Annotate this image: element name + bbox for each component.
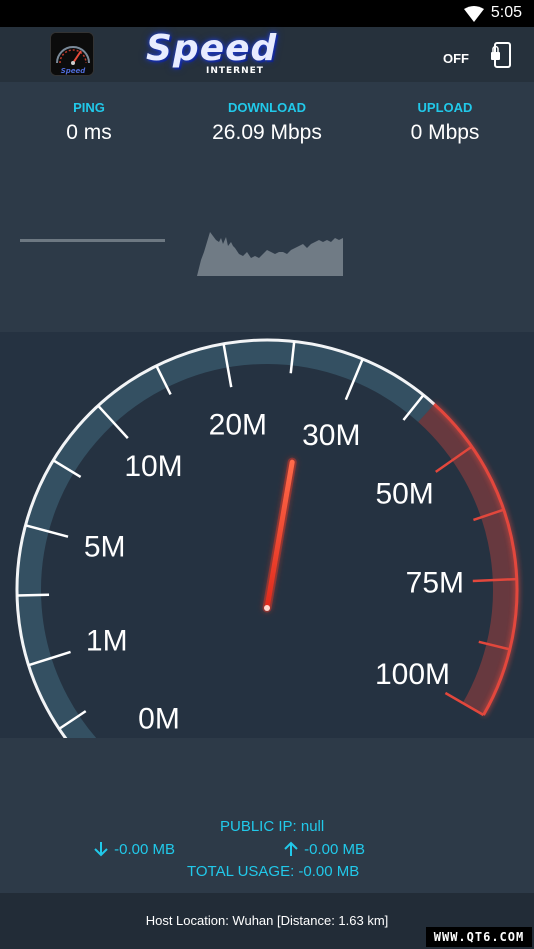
host-location: Host Location: Wuhan [Distance: 1.63 km] [145, 913, 389, 928]
toggle-off-label[interactable]: OFF [443, 51, 469, 66]
ping-label: PING [73, 100, 105, 115]
usage-panel: PUBLIC IP: null -0.00 MB -0.00 MB TOTAL … [0, 738, 534, 893]
phone-lock-icon[interactable] [490, 42, 512, 68]
app-bar: Speed Speed INTERNET OFF [0, 27, 534, 82]
stats-panel: PING 0 ms DOWNLOAD 26.09 Mbps UPLOAD 0 M… [0, 82, 534, 332]
gauge-label: 75M [406, 567, 464, 600]
download-label: DOWNLOAD [228, 100, 306, 115]
svg-text:Speed: Speed [61, 67, 87, 75]
footer: Host Location: Wuhan [Distance: 1.63 km]… [0, 893, 534, 949]
public-ip: PUBLIC IP: null [220, 818, 325, 835]
speed-gauge: 0M 1M 5M 10M 20M 30M 50M 75M 100M [0, 332, 534, 738]
gauge-svg: 0M 1M 5M 10M 20M 30M 50M 75M 100M [15, 338, 519, 738]
gauge-label: 20M [209, 409, 267, 442]
gauge-label: 1M [86, 625, 128, 658]
needle [264, 459, 295, 611]
download-value: 26.09 Mbps [212, 121, 322, 144]
download-graph [197, 232, 343, 276]
app-logo-icon[interactable]: Speed [50, 32, 94, 76]
needle-hub [264, 605, 270, 611]
arrow-up-icon [284, 841, 298, 856]
gauge-label: 50M [375, 478, 433, 511]
download-total: -0.00 MB [92, 840, 175, 858]
brand-word: Speed [146, 28, 278, 69]
gauge-needle [262, 457, 297, 613]
upload-stat: UPLOAD 0 Mbps [365, 100, 525, 145]
gauge-tick [17, 593, 50, 597]
ping-graph [20, 239, 165, 242]
status-bar: 5:05 [0, 0, 534, 27]
ping-value: 0 ms [66, 121, 112, 144]
gauge-label: 30M [302, 419, 360, 452]
gauge-label: 5M [84, 531, 126, 564]
arrow-down-icon [94, 842, 108, 857]
download-total-value: -0.00 MB [114, 841, 176, 858]
upload-total: -0.00 MB [282, 840, 365, 858]
app-screen: 5:05 Speed Speed INTERNET OFF PING 0 ms … [0, 0, 534, 949]
status-time: 5:05 [490, 4, 522, 21]
upload-total-value: -0.00 MB [304, 841, 366, 858]
ping-stat: PING 0 ms [9, 100, 169, 145]
watermark: WWW.QT6.COM [426, 927, 532, 947]
gauge-label: 100M [375, 658, 450, 691]
gauge-label: 0M [138, 703, 180, 736]
wifi-icon [464, 6, 484, 22]
gauge-rim [15, 338, 436, 738]
total-usage: TOTAL USAGE: -0.00 MB [187, 863, 360, 880]
brand-sub: INTERNET [206, 66, 264, 76]
brand-logo: Speed INTERNET [146, 28, 306, 78]
upload-label: UPLOAD [417, 100, 473, 115]
upload-value: 0 Mbps [410, 121, 480, 144]
download-stat: DOWNLOAD 26.09 Mbps [187, 100, 347, 145]
gauge-label: 10M [124, 450, 182, 483]
